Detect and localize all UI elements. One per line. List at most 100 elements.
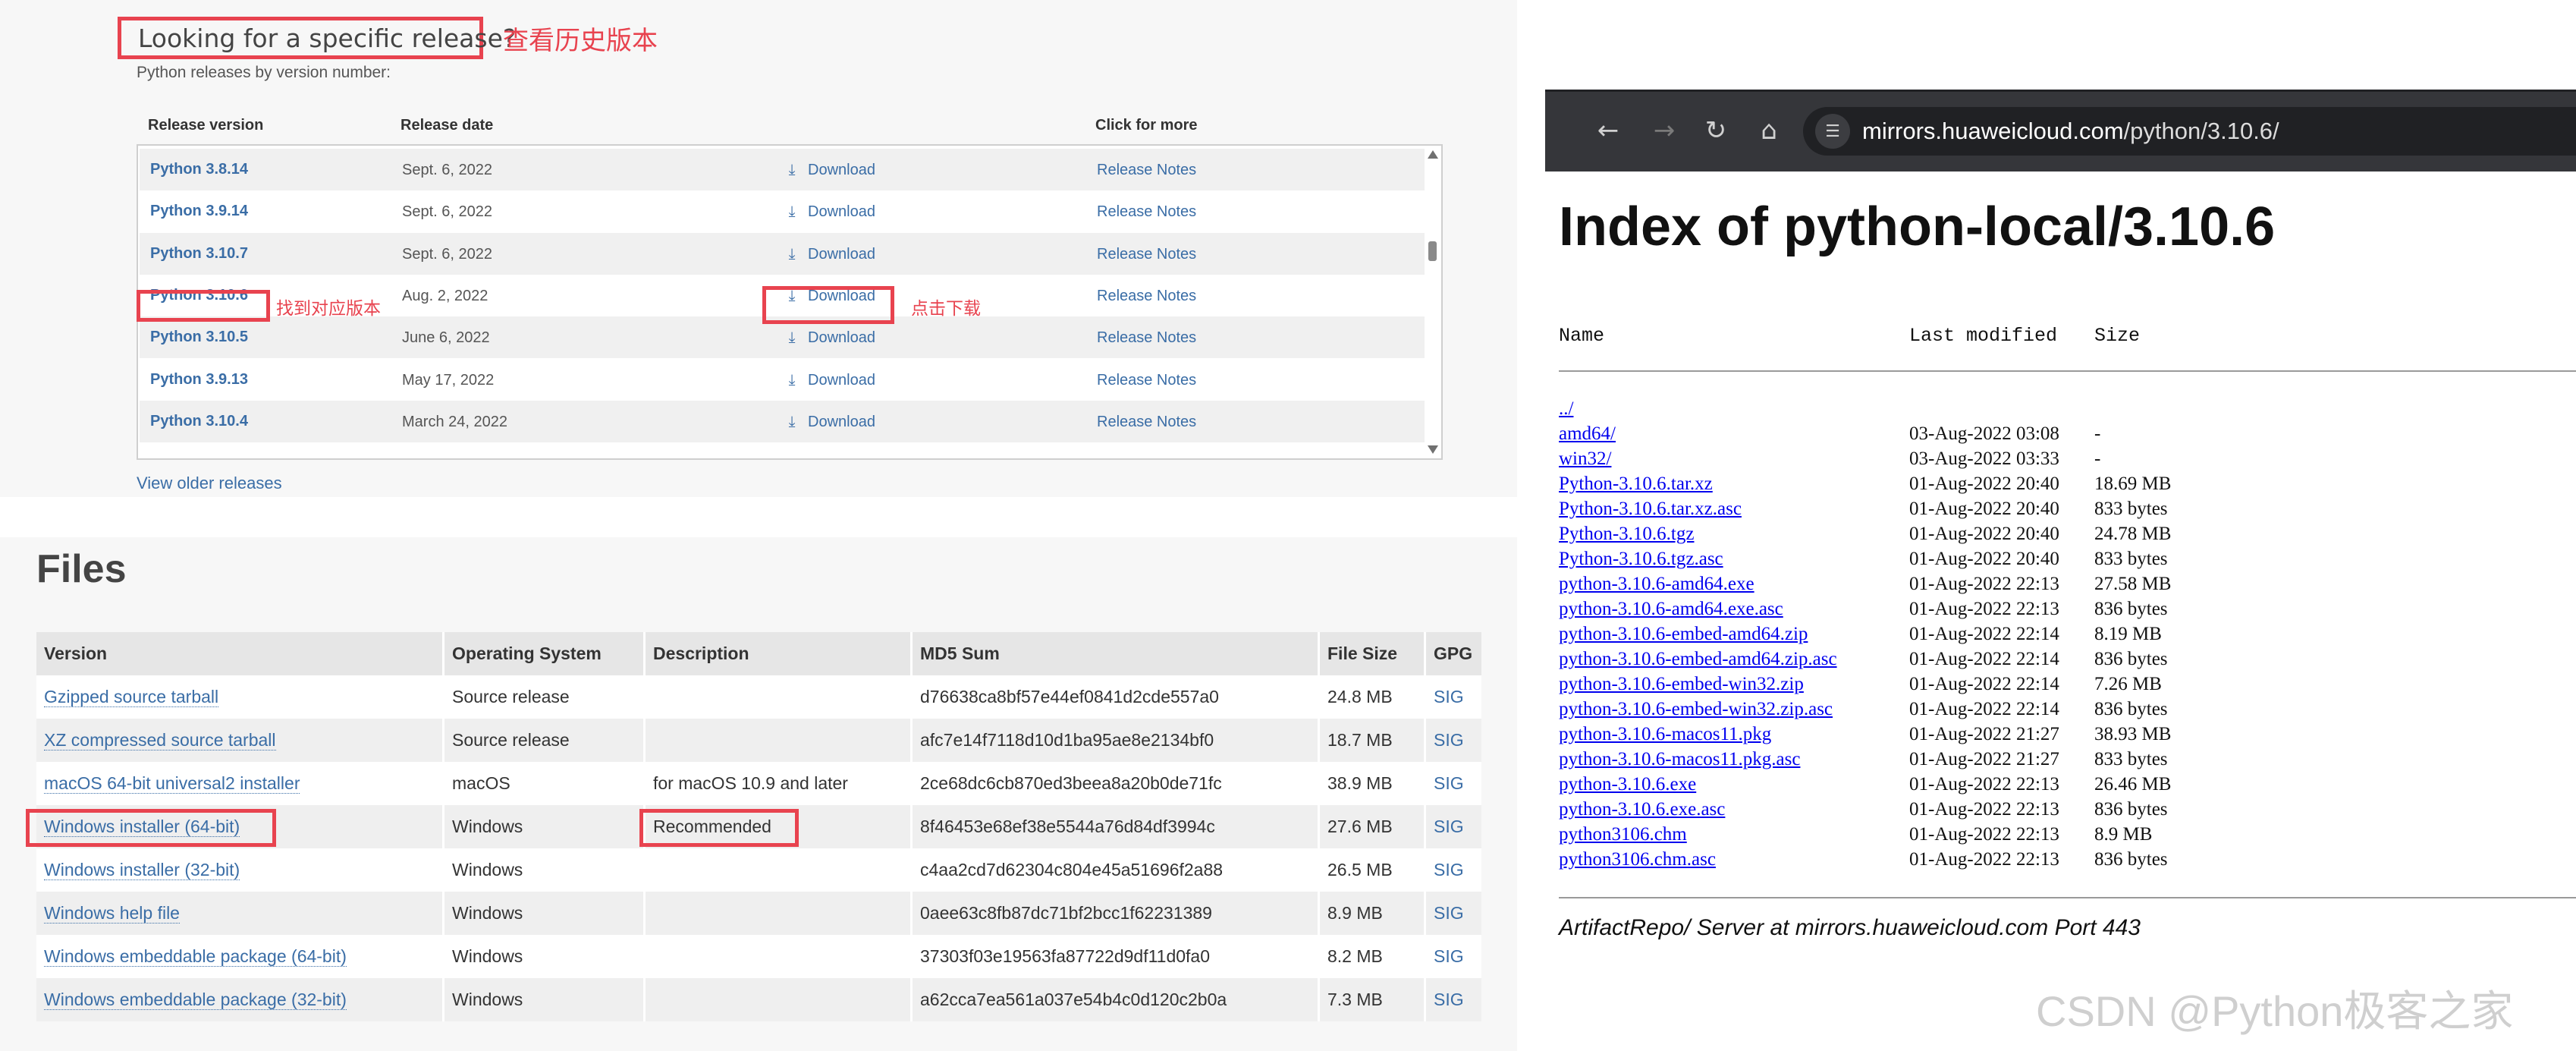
file-version-link[interactable]: macOS 64-bit universal2 installer (36, 762, 445, 805)
index-entry-link[interactable]: python-3.10.6-amd64.exe (1559, 574, 1755, 595)
index-entry-link[interactable]: python-3.10.6-embed-win32.zip (1559, 674, 1804, 695)
release-version-link[interactable]: Python 3.10.7 (150, 245, 248, 263)
release-notes-link[interactable]: Release Notes (1097, 372, 1196, 389)
index-entry-date: 01-Aug-2022 22:14 (1909, 649, 2059, 669)
file-version-label: Gzipped source tarball (44, 687, 219, 707)
file-gpg-sig-link[interactable]: SIG (1426, 848, 1481, 892)
scroll-thumb[interactable] (1428, 241, 1437, 261)
index-entry-link[interactable]: Python-3.10.6.tgz (1559, 524, 1694, 545)
release-row: Python 3.9.13 May 17, 2022 ⤓ Download Releas… (140, 359, 1425, 401)
index-entry-link[interactable]: Python-3.10.6.tar.xz.asc (1559, 499, 1742, 520)
file-md5: 37303f03e19563fa87722d9df11d0fa0 (913, 935, 1320, 978)
index-entry: win32/03-Aug-2022 03:33 - (1559, 448, 2576, 474)
index-entry-link[interactable]: python-3.10.6-embed-amd64.zip (1559, 624, 1808, 645)
release-version-link[interactable]: Python 3.8.14 (150, 161, 248, 178)
file-size: 8.9 MB (1320, 892, 1426, 935)
index-entry-link[interactable]: python-3.10.6-embed-win32.zip.asc (1559, 699, 1833, 720)
download-link[interactable]: ⤓ Download (782, 329, 875, 347)
highlight-recommended-box (639, 809, 799, 847)
releases-heading: Looking for a specific release? (118, 17, 516, 59)
index-entry-size: 7.26 MB (2094, 674, 2162, 694)
divider-top (1559, 370, 2576, 372)
index-entry-date: 01-Aug-2022 22:14 (1909, 674, 2059, 694)
file-description (646, 978, 913, 1021)
file-version-link[interactable]: Windows installer (32-bit) (36, 848, 445, 892)
address-bar[interactable]: ☰ mirrors.huaweicloud.com/python/3.10.6/ (1803, 107, 2576, 156)
file-version-link[interactable]: XZ compressed source tarball (36, 719, 445, 762)
download-link[interactable]: ⤓ Download (782, 372, 875, 389)
header-operating-system: Operating System (445, 632, 646, 675)
history-annotation: 查看历史版本 (503, 26, 658, 56)
download-label: Download (808, 162, 875, 178)
download-link[interactable]: ⤓ Download (782, 162, 875, 179)
header-name[interactable]: Name (1559, 325, 1604, 347)
index-entry: python3106.chm 01-Aug-2022 22:13 8.9 MB (1559, 824, 2576, 849)
releases-scrollbar[interactable] (1423, 146, 1441, 458)
index-entry-link[interactable]: python-3.10.6.exe.asc (1559, 799, 1725, 820)
highlight-windows-64-box (26, 809, 276, 847)
back-arrow-icon[interactable]: ← (1589, 112, 1627, 149)
file-gpg-sig-link[interactable]: SIG (1426, 719, 1481, 762)
file-gpg-sig-link[interactable]: SIG (1426, 892, 1481, 935)
file-gpg-sig-link[interactable]: SIG (1426, 935, 1481, 978)
file-gpg-sig-link[interactable]: SIG (1426, 805, 1481, 848)
release-version-link[interactable]: Python 3.9.13 (150, 371, 248, 389)
download-label: Download (808, 203, 875, 221)
file-row: XZ compressed source tarball Source relea… (36, 719, 1481, 762)
file-version-link[interactable]: Gzipped source tarball (36, 675, 445, 719)
file-row: Gzipped source tarball Source release d766… (36, 675, 1481, 719)
index-entry-link[interactable]: python-3.10.6-embed-amd64.zip.asc (1559, 649, 1837, 670)
index-entry-link[interactable]: python3106.chm (1559, 824, 1687, 845)
file-gpg-sig-link[interactable]: SIG (1426, 762, 1481, 805)
file-gpg-sig-link[interactable]: SIG (1426, 675, 1481, 719)
download-link[interactable]: ⤓ Download (782, 414, 875, 431)
index-entry-link[interactable]: python-3.10.6.exe (1559, 774, 1696, 795)
index-entry-link[interactable]: ../ (1559, 398, 1573, 420)
release-notes-link[interactable]: Release Notes (1097, 203, 1196, 221)
release-notes-link[interactable]: Release Notes (1097, 162, 1196, 179)
find-version-annotation: 找到对应版本 (276, 299, 381, 319)
index-entry-link[interactable]: win32/ (1559, 448, 1611, 470)
index-entry-link[interactable]: python-3.10.6-amd64.exe.asc (1559, 599, 1783, 620)
header-size[interactable]: Size (2094, 325, 2140, 347)
site-info-icon[interactable]: ☰ (1815, 114, 1850, 149)
release-notes-link[interactable]: Release Notes (1097, 246, 1196, 263)
release-notes-link[interactable]: Release Notes (1097, 414, 1196, 431)
index-entry-link[interactable]: amd64/ (1559, 423, 1616, 445)
index-entry-link[interactable]: python-3.10.6-macos11.pkg.asc (1559, 749, 1800, 770)
download-link[interactable]: ⤓ Download (782, 246, 875, 263)
index-entry: python-3.10.6-embed-win32.zip.asc 01-Aug-… (1559, 699, 2576, 724)
release-notes-link[interactable]: Release Notes (1097, 288, 1196, 305)
url-path: /python/3.10.6/ (2123, 118, 2279, 144)
index-entry-link[interactable]: Python-3.10.6.tgz.asc (1559, 549, 1723, 570)
file-version-label: Windows embeddable package (64-bit) (44, 946, 347, 967)
file-version-link[interactable]: Windows help file (36, 892, 445, 935)
scroll-down-arrow-icon[interactable] (1428, 445, 1438, 454)
file-size: 24.8 MB (1320, 675, 1426, 719)
header-last-modified[interactable]: Last modified (1909, 325, 2057, 347)
reload-icon[interactable]: ↻ (1697, 112, 1735, 149)
index-entry: python-3.10.6-macos11.pkg 01-Aug-2022 21:… (1559, 724, 2576, 749)
index-entry-date: 01-Aug-2022 20:40 (1909, 474, 2059, 494)
index-entry-link[interactable]: python3106.chm.asc (1559, 849, 1716, 870)
file-version-link[interactable]: Windows embeddable package (64-bit) (36, 935, 445, 978)
files-title: Files (36, 547, 127, 591)
file-version-label: Windows help file (44, 903, 180, 924)
home-icon[interactable]: ⌂ (1750, 112, 1788, 149)
release-version-link[interactable]: Python 3.9.14 (150, 203, 248, 220)
forward-arrow-icon[interactable]: → (1645, 112, 1683, 149)
release-version-link[interactable]: Python 3.10.4 (150, 413, 248, 430)
view-older-releases-link[interactable]: View older releases (137, 474, 282, 493)
file-version-link[interactable]: Windows embeddable package (32-bit) (36, 978, 445, 1021)
server-signature: ArtifactRepo/ Server at mirrors.huaweicl… (1559, 915, 2141, 940)
index-entry-link[interactable]: python-3.10.6-macos11.pkg (1559, 724, 1771, 745)
file-gpg-sig-link[interactable]: SIG (1426, 978, 1481, 1021)
release-version-link[interactable]: Python 3.10.5 (150, 329, 248, 346)
release-notes-link[interactable]: Release Notes (1097, 329, 1196, 347)
scroll-up-arrow-icon[interactable] (1428, 150, 1438, 159)
file-size: 26.5 MB (1320, 848, 1426, 892)
release-date: June 6, 2022 (402, 329, 490, 347)
download-link[interactable]: ⤓ Download (782, 203, 875, 221)
url-text[interactable]: mirrors.huaweicloud.com/python/3.10.6/ (1862, 118, 2279, 145)
index-entry-link[interactable]: Python-3.10.6.tar.xz (1559, 474, 1713, 495)
